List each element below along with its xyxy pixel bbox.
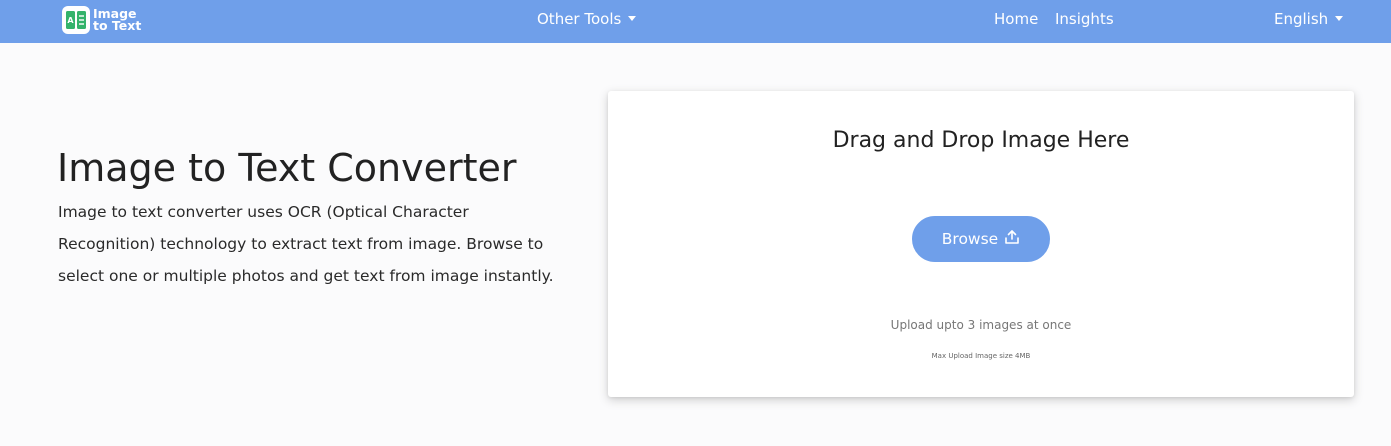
browse-button-label: Browse (941, 230, 999, 248)
browse-button[interactable]: Browse (912, 216, 1050, 262)
other-tools-dropdown[interactable]: Other Tools (537, 10, 637, 28)
page-title: Image to Text Converter (57, 146, 517, 190)
logo-line-2: to Text (93, 18, 142, 33)
top-navbar: A Image to Text Other Tools Home Insight… (0, 0, 1391, 43)
upload-limit-note: Upload upto 3 images at once (890, 318, 1072, 332)
logo-icon: A (62, 6, 90, 34)
site-logo[interactable]: A Image to Text (62, 6, 141, 34)
caret-down-icon (1335, 16, 1344, 21)
caret-down-icon (628, 16, 637, 21)
svg-text:A: A (67, 16, 74, 25)
nav-link-home[interactable]: Home (994, 10, 1038, 28)
upload-icon (1004, 229, 1020, 249)
language-label: English (1274, 10, 1329, 28)
upload-size-note: Max Upload Image size 4MB (931, 352, 1031, 360)
language-dropdown[interactable]: English (1274, 10, 1344, 28)
page-description: Image to text converter uses OCR (Optica… (58, 203, 554, 285)
dropzone-title: Drag and Drop Image Here (832, 128, 1130, 153)
logo-text: Image to Text (93, 7, 142, 33)
nav-link-insights[interactable]: Insights (1055, 10, 1114, 28)
other-tools-label: Other Tools (537, 10, 622, 28)
upload-dropzone[interactable]: Drag and Drop Image Here Browse Upload u… (608, 91, 1354, 397)
